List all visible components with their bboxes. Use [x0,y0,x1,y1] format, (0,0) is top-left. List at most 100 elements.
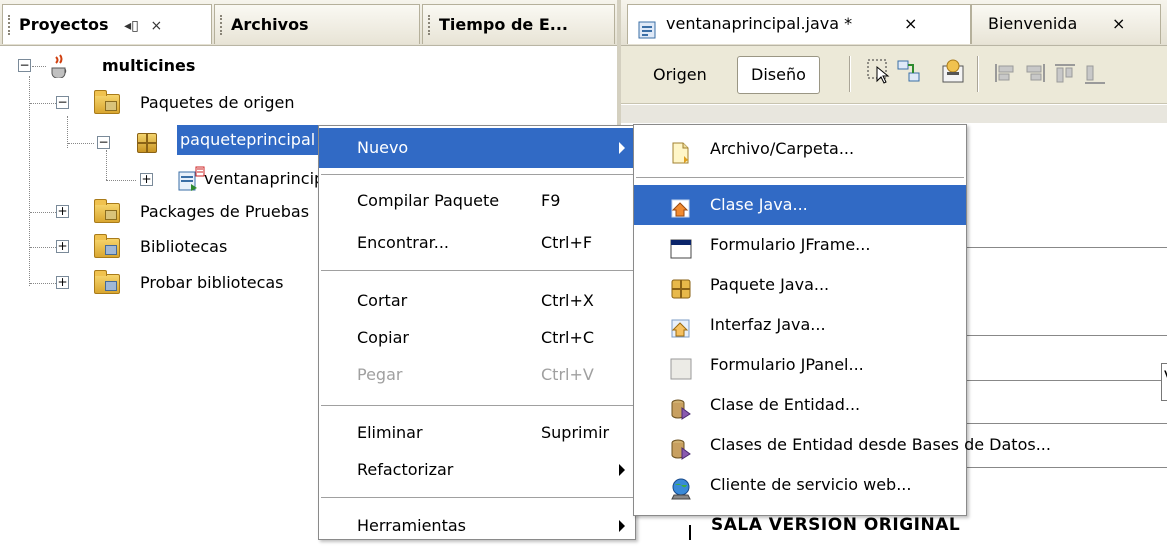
selection-mode-icon[interactable] [867,58,891,86]
entity-class-icon [670,395,692,420]
collapse-toggle[interactable]: − [97,136,110,149]
tab-archivos[interactable]: Archivos [214,4,420,44]
submenu-item-label: Cliente de servicio web... [710,475,912,494]
web-service-client-icon [670,475,692,500]
menu-item-encontrar[interactable]: Encontrar... Ctrl+F [319,223,635,263]
menu-separator [321,497,633,499]
menu-item-label: Eliminar [357,423,423,442]
design-view-button[interactable]: Diseño [737,56,820,94]
align-left-icon[interactable] [993,58,1017,86]
tab-tiempo-label: Tiempo de E... [439,15,568,34]
tab-grip [8,15,11,35]
package-icon [137,133,157,153]
connection-mode-icon[interactable] [897,58,921,86]
tab-bienvenida[interactable]: Bienvenida × [971,4,1161,44]
menu-item-shortcut: F9 [541,191,561,210]
menu-item-cortar[interactable]: Cortar Ctrl+X [319,281,635,321]
toolbar-separator [849,56,851,92]
tree-paqueteprincipal[interactable]: paqueteprincipal [180,123,316,157]
close-tab-button[interactable]: × [150,18,162,34]
tab-ventanaprincipal[interactable]: ventanaprincipal.java * × [627,4,971,44]
submenu-item-clase-entidad[interactable]: Clase de Entidad... [634,385,966,425]
tab-archivos-label: Archivos [231,15,309,34]
tree-guide [106,180,136,181]
collapse-toggle[interactable]: − [56,96,69,109]
context-menu: Nuevo Compilar Paquete F9 Encontrar... C… [318,125,636,540]
menu-item-label: Encontrar... [357,233,449,252]
align-top-icon[interactable] [1053,58,1077,86]
sala-version-original-label[interactable]: SALA VERSION ORIGINAL [711,515,960,535]
source-view-button[interactable]: Origen [639,56,721,94]
tab-bienvenida-label: Bienvenida [988,14,1078,33]
submenu-item-formulario-jframe[interactable]: Formulario JFrame... [634,225,966,265]
menu-item-eliminar[interactable]: Eliminar Suprimir [319,413,635,453]
submenu-item-clase-java[interactable]: Clase Java... [634,185,966,225]
menu-item-label: Compilar Paquete [357,191,500,210]
submenu-item-label: Interfaz Java... [710,315,826,334]
tab-ventanaprincipal-label: ventanaprincipal.java * [666,14,853,33]
align-right-icon[interactable] [1023,58,1047,86]
java-interface-icon [670,315,692,338]
editor-toolbar: Origen Diseño [621,46,1167,104]
menu-item-herramientas[interactable]: Herramientas [319,506,635,546]
submenu-item-cliente-servicio-web[interactable]: Cliente de servicio web... [634,465,966,505]
submenu-item-label: Formulario JPanel... [710,355,864,374]
expand-toggle[interactable]: + [56,240,69,253]
submenu-item-paquete-java[interactable]: Paquete Java... [634,265,966,305]
expand-toggle[interactable]: + [140,173,153,186]
submenu-item-interfaz-java[interactable]: Interfaz Java... [634,305,966,345]
java-project-icon [48,54,70,79]
jpanel-form-icon [670,355,692,380]
menu-item-shortcut: Suprimir [541,423,610,442]
tree-paquetes-origen[interactable]: Paquetes de origen [140,86,294,120]
submenu-item-formulario-jpanel[interactable]: Formulario JPanel... [634,345,966,385]
form-guide-line [967,467,1167,468]
preview-design-icon[interactable] [941,58,965,86]
restore-window-icon[interactable]: ◂▯ [124,18,139,34]
submenu-arrow-icon [619,520,625,532]
submenu-item-label: Paquete Java... [710,275,830,294]
tree-packages-pruebas[interactable]: Packages de Pruebas [140,195,318,229]
tree-root-multicines[interactable]: multicines [102,49,195,83]
menu-item-copiar[interactable]: Copiar Ctrl+C [319,318,635,358]
jframe-form-icon [670,235,692,259]
submenu-item-label: Clase Java... [710,195,808,214]
toolbar-separator [977,56,979,92]
tree-probar-bibliotecas[interactable]: Probar bibliotecas [140,266,318,300]
menu-separator [321,405,633,407]
expand-toggle[interactable]: + [56,276,69,289]
tree-guide [68,143,94,144]
menu-separator [321,270,633,272]
menu-item-shortcut: Ctrl+X [541,291,594,310]
menu-separator [321,174,633,176]
submenu-item-label: Archivo/Carpeta... [710,139,855,158]
form-guide-line [967,423,1167,424]
submenu-arrow-icon [619,142,625,154]
align-bottom-icon[interactable] [1083,58,1107,86]
editor-tab-strip: ventanaprincipal.java * × Bienvenida × [621,0,1167,46]
menu-item-compilar-paquete[interactable]: Compilar Paquete F9 [319,181,635,221]
projects-tab-strip: Proyectos ◂▯ × Archivos Tiempo de E... [0,0,617,46]
source-folder-icon [94,90,120,114]
collapse-toggle[interactable]: − [18,59,31,72]
expand-toggle[interactable]: + [56,205,69,218]
submenu-item-clases-entidad-bd[interactable]: Clases de Entidad desde Bases de Datos..… [634,425,1051,465]
menu-item-nuevo[interactable]: Nuevo [319,128,635,168]
test-library-folder-icon [94,270,120,294]
tree-guide [30,212,56,213]
close-tab-button[interactable]: × [1112,5,1125,43]
menu-item-refactorizar[interactable]: Refactorizar [319,450,635,490]
submenu-arrow-icon [619,464,625,476]
menu-item-label: Nuevo [357,138,409,157]
menu-item-pegar: Pegar Ctrl+V [319,355,635,395]
tab-tiempo-ejecucion[interactable]: Tiempo de E... [422,4,615,44]
close-tab-button[interactable]: × [904,5,917,43]
menu-item-label: Cortar [357,291,408,310]
submenu-item-archivo-carpeta[interactable]: Archivo/Carpeta... [634,129,966,169]
nuevo-submenu: Archivo/Carpeta... Clase Java... Formula… [633,124,1051,516]
tree-bibliotecas[interactable]: Bibliotecas [140,230,227,264]
tree-guide [106,150,107,180]
tab-proyectos[interactable]: Proyectos ◂▯ × [2,4,212,44]
tree-ventanaprincipal[interactable]: ventanaprincipal.java [204,162,318,196]
menu-item-label: Copiar [357,328,409,347]
